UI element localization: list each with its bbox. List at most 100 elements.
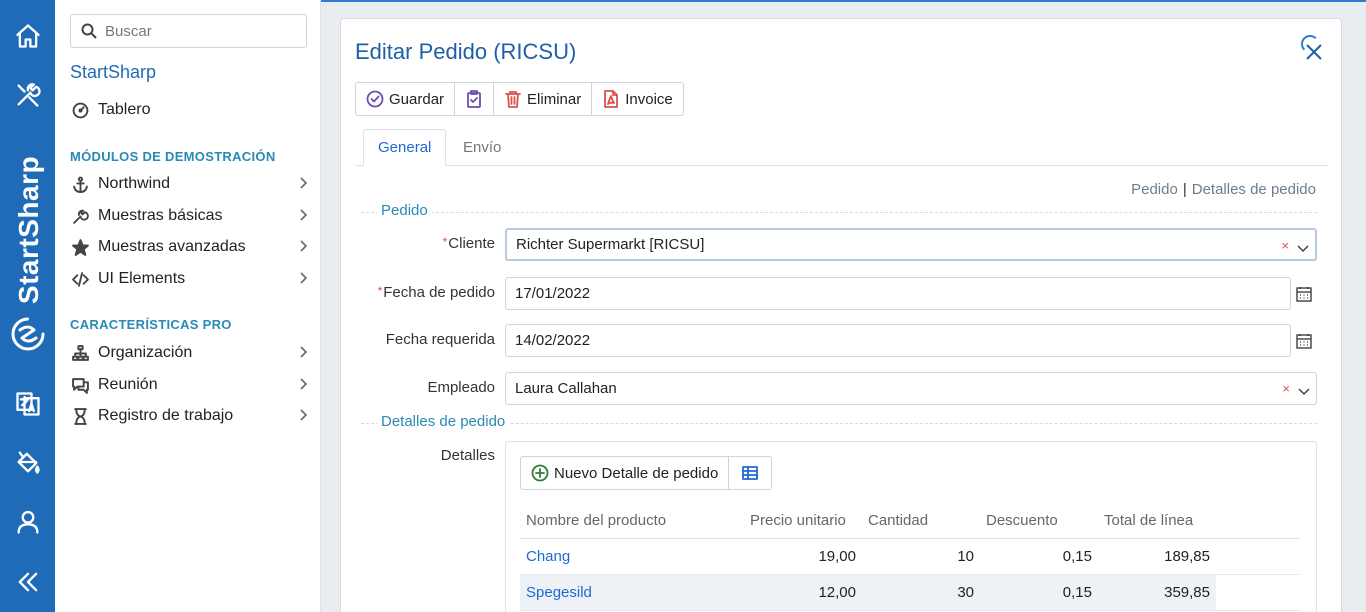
calendar-icon[interactable] <box>1296 286 1312 302</box>
fecha-pedido-label: *Fecha de pedido <box>377 284 495 301</box>
calendar-icon[interactable] <box>1296 333 1312 349</box>
sidebar-item-muestras-avanzadas[interactable]: Muestras avanzadas <box>70 234 310 260</box>
anchor-icon <box>70 175 90 193</box>
close-button[interactable] <box>1305 43 1325 63</box>
category-title: Pedido <box>377 202 432 219</box>
brand-vertical-text: StartSharp <box>13 155 44 305</box>
hourglass-icon <box>70 407 90 425</box>
chevron-right-icon <box>298 377 308 391</box>
table-icon <box>742 466 759 480</box>
column-picker-button[interactable] <box>729 457 771 489</box>
dialog-tabs: General Envío <box>355 129 1328 166</box>
chevron-right-icon <box>298 208 308 222</box>
product-link[interactable]: Spegesild <box>520 574 744 611</box>
discount-cell: 0,15 <box>980 538 1098 575</box>
chevron-down-icon[interactable] <box>1298 383 1310 396</box>
sidebar-item-muestras-basicas[interactable]: Muestras básicas <box>70 203 310 229</box>
link-pedido[interactable]: Pedido <box>1131 181 1178 198</box>
app-title: StartSharp <box>70 62 157 82</box>
chevron-right-icon <box>298 176 308 190</box>
sidebar-item-ui-elements[interactable]: UI Elements <box>70 266 310 292</box>
cliente-select[interactable]: Richter Supermarkt [RICSU] × <box>505 228 1317 261</box>
org-chart-icon <box>70 344 90 362</box>
trash-icon <box>505 91 521 108</box>
clipboard-check-icon <box>467 90 481 108</box>
column-header[interactable]: Precio unitario <box>744 504 862 539</box>
sidebar-item-label: Reunión <box>98 376 158 393</box>
qty-cell: 10 <box>862 538 980 575</box>
discount-cell: 0,15 <box>980 574 1098 611</box>
category-title: Detalles de pedido <box>377 413 510 430</box>
add-detail-button[interactable]: Nuevo Detalle de pedido <box>521 457 730 489</box>
chevron-right-icon <box>298 239 308 253</box>
search-input[interactable] <box>105 22 295 40</box>
search-box[interactable] <box>70 14 307 48</box>
brand-logo-icon <box>10 316 46 352</box>
user-icon[interactable] <box>12 506 44 538</box>
sidebar-item-reunion[interactable]: Reunión <box>70 372 310 398</box>
fecha-requerida-label: Fecha requerida <box>385 331 495 348</box>
empleado-value: Laura Callahan <box>515 380 617 397</box>
save-button[interactable]: Guardar <box>356 83 456 115</box>
price-cell: 12,00 <box>744 574 862 611</box>
paint-bucket-icon[interactable] <box>12 446 44 478</box>
translate-icon[interactable] <box>12 388 44 420</box>
sidebar-item-label: Muestras avanzadas <box>98 238 246 255</box>
column-header-spacer <box>1216 504 1300 539</box>
clear-icon[interactable]: × <box>1281 238 1289 253</box>
cliente-value: Richter Supermarkt [RICSU] <box>516 236 705 253</box>
chevron-down-icon[interactable] <box>1297 240 1309 253</box>
column-header[interactable]: Nombre del producto <box>520 504 744 539</box>
order-details-editor: Nuevo Detalle de pedido Nombre del produ… <box>505 441 1317 612</box>
add-detail-label: Nuevo Detalle de pedido <box>554 464 719 482</box>
fecha-requerida-input[interactable]: 14/02/2022 <box>505 324 1291 357</box>
apply-changes-button[interactable] <box>455 83 495 115</box>
check-circle-icon <box>366 90 384 108</box>
dialog-toolbar: Guardar Eliminar Invoice <box>355 82 684 116</box>
link-separator: | <box>1182 181 1187 198</box>
fecha-pedido-input[interactable]: 17/01/2022 <box>505 277 1291 310</box>
save-button-label: Guardar <box>389 90 445 108</box>
fecha-requerida-value: 14/02/2022 <box>515 332 591 349</box>
table-row[interactable]: Chang 19,00 10 0,15 189,85 <box>520 538 1300 575</box>
edit-order-dialog: Editar Pedido (RICSU) Guardar Eliminar I… <box>340 18 1342 612</box>
star-icon <box>70 238 90 256</box>
sidebar-item-label: UI Elements <box>98 270 186 287</box>
close-icon <box>1306 44 1322 60</box>
section-header-demo: MÓDULOS DE DEMOSTRACIÓN <box>70 149 276 164</box>
tools-icon[interactable] <box>12 79 44 111</box>
invoice-button-label: Invoice <box>625 90 673 108</box>
clear-icon[interactable]: × <box>1282 381 1290 396</box>
sidebar-item-northwind[interactable]: Northwind <box>70 171 310 197</box>
sidebar-item-label: Organización <box>98 344 193 361</box>
total-cell: 189,85 <box>1098 538 1216 575</box>
product-link[interactable]: Chang <box>520 538 744 575</box>
spacer-cell <box>1216 574 1300 611</box>
cliente-label: *Cliente <box>442 235 495 252</box>
fecha-pedido-value: 17/01/2022 <box>515 285 591 302</box>
grid-header-row: Nombre del producto Precio unitario Cant… <box>520 504 1300 539</box>
sidebar-item-registro-trabajo[interactable]: Registro de trabajo <box>70 403 310 429</box>
sidebar-item-organizacion[interactable]: Organización <box>70 340 310 366</box>
plus-circle-icon <box>531 464 549 482</box>
search-icon <box>81 23 97 39</box>
table-row[interactable]: Spegesild 12,00 30 0,15 359,85 <box>520 574 1300 611</box>
section-header-pro: CARACTERÍSTICAS PRO <box>70 317 232 332</box>
empleado-select[interactable]: Laura Callahan × <box>505 372 1317 405</box>
sidebar-item-tablero[interactable]: Tablero <box>70 97 310 123</box>
tab-envio[interactable]: Envío <box>449 129 515 166</box>
delete-button[interactable]: Eliminar <box>494 83 593 115</box>
invoice-button[interactable]: Invoice <box>592 83 683 115</box>
link-detalles-pedido[interactable]: Detalles de pedido <box>1192 181 1316 198</box>
collapse-double-chevron-icon[interactable] <box>12 566 44 598</box>
gauge-icon <box>70 101 90 119</box>
chevron-right-icon <box>298 271 308 285</box>
tab-general[interactable]: General <box>363 129 447 166</box>
home-icon[interactable] <box>12 20 44 52</box>
column-header[interactable]: Cantidad <box>862 504 980 539</box>
sidebar: StartSharp Tablero MÓDULOS DE DEMOSTRACI… <box>55 0 321 612</box>
empleado-label: Empleado <box>427 379 495 396</box>
column-header[interactable]: Total de línea <box>1098 504 1216 539</box>
category-detalles: Detalles de pedido <box>361 413 1317 433</box>
column-header[interactable]: Descuento <box>980 504 1098 539</box>
